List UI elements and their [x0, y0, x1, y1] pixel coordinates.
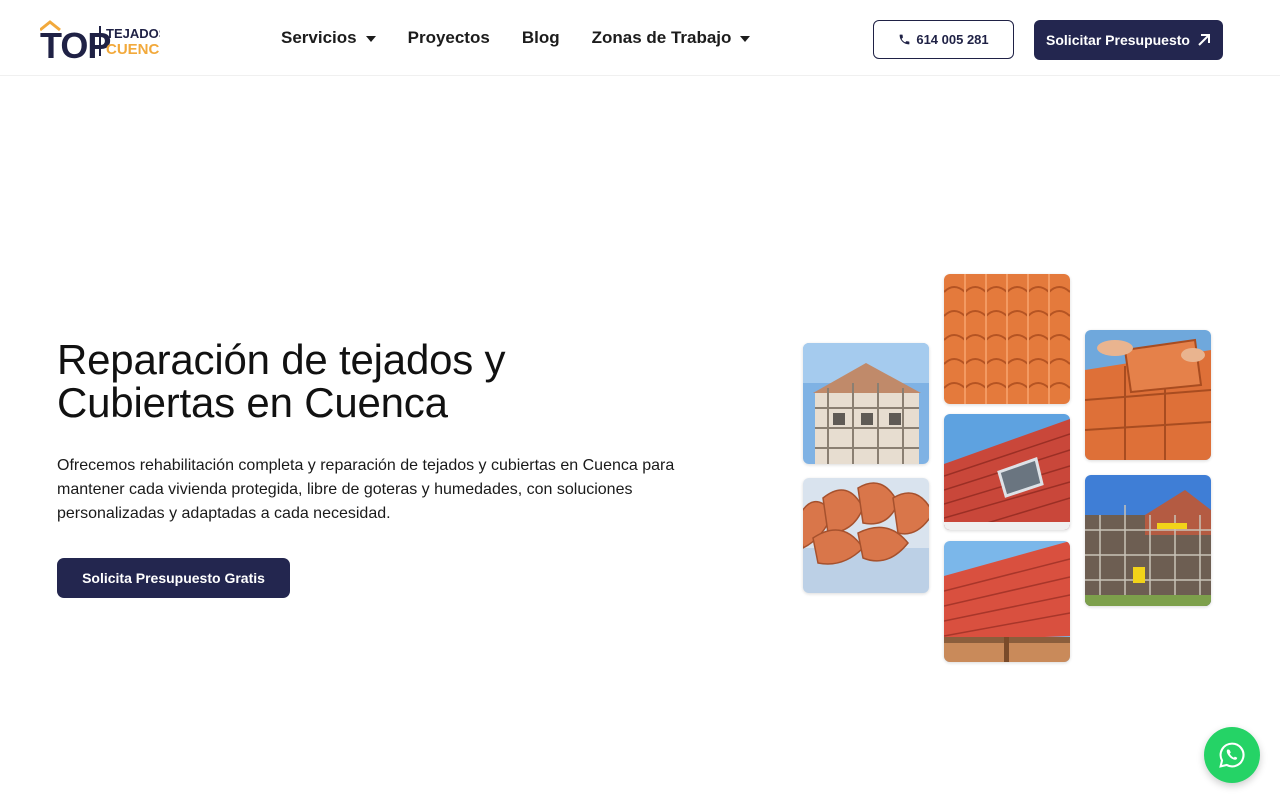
red-roof-gutter-photo	[944, 541, 1070, 662]
phone-button[interactable]: 614 005 281	[873, 20, 1014, 59]
nav-item-label: Zonas de Trabajo	[591, 28, 732, 47]
orange-tiles-closeup-photo	[944, 274, 1070, 404]
nav-item-label: Proyectos	[407, 28, 490, 47]
nav-item-label: Servicios	[281, 28, 357, 47]
arrow-up-right-icon	[1198, 34, 1210, 46]
chevron-down-icon	[740, 35, 751, 42]
logo-line2: CUENCA	[106, 41, 160, 58]
nav-item-label: Blog	[521, 28, 560, 47]
phone-icon	[899, 34, 910, 45]
hero-description: Ofrecemos rehabilitación completa y repa…	[57, 457, 675, 522]
hero-title-line2: Cubiertas en Cuenca	[57, 379, 448, 426]
main-nav: Servicios Proyectos Blog Zonas de Trabaj…	[281, 0, 782, 76]
nav-item-zonas[interactable]: Zonas de Trabajo	[592, 28, 751, 48]
nav-item-servicios[interactable]: Servicios	[281, 28, 376, 48]
logo[interactable]: TOP TEJADOS CUENCA	[40, 20, 160, 60]
curved-tiles-photo	[803, 478, 929, 593]
red-roof-skylight-photo	[944, 414, 1070, 530]
chevron-down-icon	[365, 35, 376, 42]
hero-title: Reparación de tejados y Cubiertas en Cue…	[57, 338, 717, 424]
whatsapp-button[interactable]	[1204, 727, 1260, 783]
building-scaffold-photo	[1085, 475, 1211, 606]
request-quote-label: Solicitar Presupuesto	[1046, 32, 1190, 48]
request-quote-button[interactable]: Solicitar Presupuesto	[1034, 20, 1223, 60]
phone-number: 614 005 281	[916, 32, 989, 47]
scaffolding-house-photo	[803, 343, 929, 464]
nav-item-proyectos[interactable]: Proyectos	[408, 28, 490, 48]
logo-mark-icon: TOP TEJADOS CUENCA	[40, 20, 160, 60]
hero-title-line1: Reparación de tejados y	[57, 336, 506, 383]
hands-placing-tile-photo	[1085, 330, 1211, 460]
logo-line1: TEJADOS	[106, 26, 160, 41]
free-quote-button[interactable]: Solicita Presupuesto Gratis	[57, 558, 290, 598]
whatsapp-icon	[1219, 742, 1245, 768]
nav-item-blog[interactable]: Blog	[522, 28, 560, 48]
site-header: TOP TEJADOS CUENCA Servicios Proyectos B…	[0, 0, 1280, 76]
